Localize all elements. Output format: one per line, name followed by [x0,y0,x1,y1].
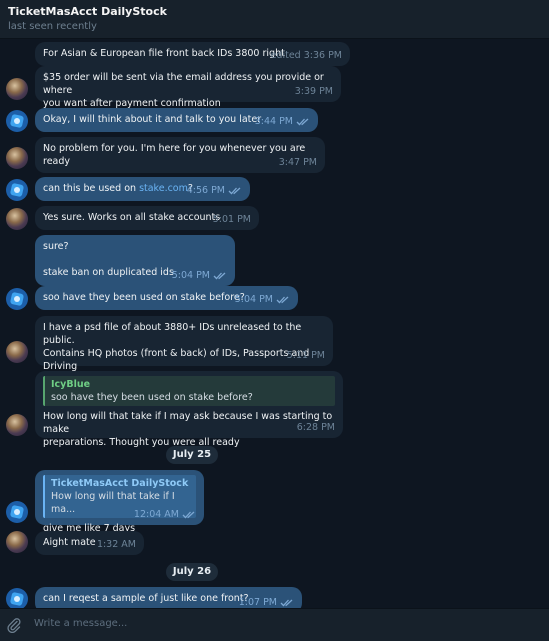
message-outgoing[interactable]: soo have they been used on stake before?… [35,286,298,310]
message-incoming[interactable]: Yes sure. Works on all stake accounts 5:… [35,206,259,230]
contact-avatar[interactable] [6,531,28,553]
double-check-icon [296,118,310,126]
reply-author: IcyBlue [51,379,91,390]
message-time: edited 3:36 PM [270,50,342,61]
message-outgoing[interactable]: Okay, I will think about it and talk to … [35,108,318,132]
double-check-icon [280,599,294,607]
contact-avatar[interactable] [6,414,28,436]
message-time: 1:07 PM [238,597,277,608]
message-list[interactable]: For Asian & European file front back IDs… [0,39,549,608]
message-time: 5:11 PM [286,350,325,361]
message-time: 6:28 PM [296,422,335,433]
paperclip-icon[interactable] [6,617,22,634]
message-composer[interactable]: Write a message... [0,608,549,641]
my-avatar[interactable] [6,588,28,608]
chat-header[interactable]: TicketMasAcct DailyStock last seen recen… [0,0,549,39]
my-avatar[interactable] [6,110,28,132]
message-text: For Asian & European file front back IDs… [43,48,285,59]
message-link[interactable]: stake.com [139,183,188,194]
message-meta: 5:04 PM [235,293,290,306]
message-meta: 3:44 PM [255,115,310,128]
double-check-icon [182,511,196,519]
message-text: Yes sure. Works on all stake accounts [43,212,221,223]
my-avatar[interactable] [6,501,28,523]
message-meta: 1:07 PM [239,596,294,608]
message-time: 12:04 AM [133,509,179,520]
message-incoming[interactable]: Aight mate 1:32 AM [35,531,144,555]
message-meta: 4:56 PM [187,184,242,197]
date-separator: July 25 [166,446,218,464]
message-text: $35 order will be sent via the email add… [43,72,324,109]
contact-avatar[interactable] [6,341,28,363]
message-outgoing[interactable]: can this be used on stake.com? 4:56 PM [35,177,250,201]
chat-status: last seen recently [8,21,97,32]
contact-avatar[interactable] [6,78,28,100]
my-avatar[interactable] [6,288,28,310]
message-incoming[interactable]: No problem for you. I'm here for you whe… [35,137,325,173]
message-outgoing[interactable]: sure? stake ban on duplicated ids 5:04 P… [35,235,235,286]
message-outgoing[interactable]: can I reqest a sample of just like one f… [35,587,302,608]
message-text-part: can this be used on [43,183,140,194]
message-text: can this be used on stake.com? [43,183,193,194]
message-text: sure? stake ban on duplicated ids [43,241,174,278]
reply-quote[interactable]: IcyBlue soo have they been used on stake… [43,376,335,406]
reply-author: TicketMasAcct DailyStock [51,478,189,489]
message-time: 4:56 PM [186,185,225,196]
message-text: Okay, I will think about it and talk to … [43,114,262,125]
message-outgoing[interactable]: TicketMasAcct DailyStock How long will t… [35,470,204,534]
contact-avatar[interactable] [6,147,28,169]
message-time: 1:32 AM [96,539,136,550]
message-meta: 12:04 AM [134,508,196,521]
message-incoming[interactable]: $35 order will be sent via the email add… [35,66,341,109]
message-time: 5:01 PM [212,214,251,225]
double-check-icon [228,187,242,195]
message-time: 3:47 PM [278,157,317,168]
message-time: 5:04 PM [234,294,273,305]
double-check-icon [213,272,227,280]
message-incoming[interactable]: IcyBlue soo have they been used on stake… [35,371,343,448]
message-input[interactable]: Write a message... [34,618,127,629]
message-incoming[interactable]: I have a psd file of about 3880+ IDs unr… [35,316,333,385]
message-text: can I reqest a sample of just like one f… [43,593,249,604]
message-text: Aight mate [43,537,96,548]
contact-avatar[interactable] [6,208,28,230]
message-time: 3:39 PM [294,86,333,97]
chat-title[interactable]: TicketMasAcct DailyStock [8,5,167,18]
date-separator: July 26 [166,563,218,581]
message-meta: 5:04 PM [172,269,227,282]
reply-text: soo have they been used on stake before? [51,392,253,403]
double-check-icon [276,296,290,304]
message-time: 5:04 PM [171,270,210,281]
message-time: 3:44 PM [254,116,293,127]
message-text: How long will that take if I may ask bec… [43,411,333,448]
message-text: soo have they been used on stake before? [43,292,245,303]
my-avatar[interactable] [6,179,28,201]
message-incoming[interactable]: For Asian & European file front back IDs… [35,42,350,66]
message-text: No problem for you. I'm here for you whe… [43,143,309,167]
